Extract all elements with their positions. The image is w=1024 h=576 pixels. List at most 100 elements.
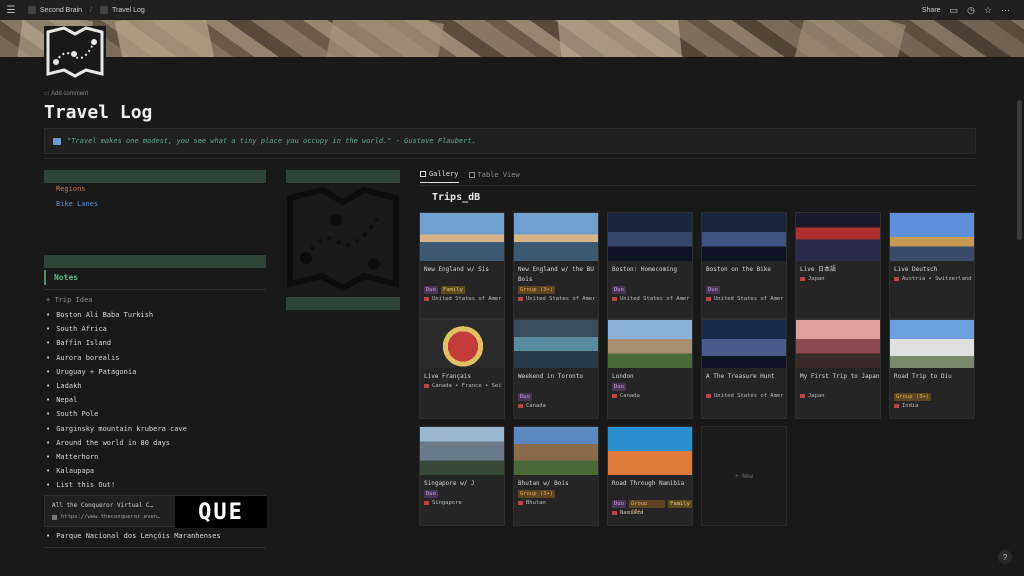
list-item[interactable]: Kalaupapa — [46, 466, 187, 480]
star-icon[interactable]: ☆ — [984, 5, 992, 16]
table-icon — [468, 171, 475, 178]
list-item[interactable]: Ladakh — [46, 381, 187, 395]
card-cover-image — [420, 320, 504, 368]
list-item[interactable]: Nepal — [46, 395, 187, 409]
gallery-card[interactable]: Road Trip to Diu Group (3+) India — [889, 319, 975, 419]
gallery-card[interactable]: Singapore w/ J Duo Singapore — [419, 426, 505, 526]
scrollbar[interactable] — [1017, 100, 1022, 240]
list-item[interactable]: Garginsky mountain krubera cave — [46, 424, 187, 438]
section-header-bar — [286, 170, 400, 183]
card-location-text: Austria • Switzerland — [902, 276, 972, 282]
page-icon-small — [28, 6, 36, 14]
card-cover-image — [702, 213, 786, 261]
gallery-card[interactable]: Bhutan w/ Bois Group (3+) Bhutan — [513, 426, 599, 526]
flag-icon — [518, 404, 523, 408]
more-icon[interactable]: ⋯ — [1001, 5, 1010, 16]
bookmark-url: https://www.theconqueror.even… — [52, 514, 160, 520]
bookmark-title: All the Conqueror Virtual C… — [52, 502, 154, 509]
card-location: Canada — [518, 403, 546, 409]
card-location: Japan — [800, 393, 825, 399]
list-item[interactable]: Boston Ali Baba Turkish — [46, 310, 187, 324]
clock-icon[interactable]: ◷ — [967, 5, 975, 16]
gallery-card[interactable]: Live Deutsch Austria • Switzerland — [889, 212, 975, 319]
map-icon — [287, 186, 399, 292]
bookmark-card[interactable]: All the Conqueror Virtual C… https://www… — [44, 495, 267, 528]
tag-badge: Duo — [612, 500, 626, 508]
list-item[interactable]: Aurora borealis — [46, 353, 187, 367]
card-location-text: Canada — [620, 393, 640, 399]
comment-icon[interactable]: ▭ — [950, 5, 959, 16]
list-item[interactable]: Around the world in 80 days — [46, 438, 187, 452]
notes-heading: Notes — [44, 270, 266, 285]
gallery-card[interactable]: London Duo Canada — [607, 319, 693, 419]
database-title[interactable]: Trips_dB — [432, 192, 480, 203]
tag-badge: Duo — [518, 393, 532, 401]
gallery-card[interactable]: A The Treasure Hunt United States of Amer — [701, 319, 787, 419]
top-bar: ☰ Second Brain / Travel Log Share ▭ ◷ ☆ … — [0, 0, 1024, 20]
card-location-text: United States of Amer — [432, 296, 502, 302]
list-item[interactable]: Matterhorn — [46, 452, 187, 466]
card-cover-image — [420, 427, 504, 475]
card-tags: Group (3+) — [894, 393, 932, 401]
divider — [44, 289, 266, 290]
card-cover-image — [608, 213, 692, 261]
new-card-button[interactable]: + New — [701, 426, 787, 526]
card-title: Singapore w/ J — [424, 480, 475, 487]
card-title: Boston on the Bike — [706, 266, 772, 273]
card-title: London — [612, 373, 634, 380]
add-comment-button[interactable]: ▭ Add comment — [44, 90, 88, 97]
tag-badge: Duo — [612, 383, 626, 391]
card-location: Canada • France • Sei — [424, 383, 502, 389]
gallery-card[interactable]: My First Trip to Japan Japan — [795, 319, 881, 419]
list-item[interactable]: South Africa — [46, 324, 187, 338]
list-item[interactable]: South Pole — [46, 409, 187, 423]
callout-icon — [53, 137, 61, 145]
gallery-card[interactable]: New England w/ Sis Duo Family United States… — [419, 212, 505, 319]
gallery-card[interactable]: Road Through Namibia Duo Group (3+) Family N… — [607, 426, 693, 526]
list-item[interactable]: Parque Nacional dos Lençóis Maranhenses — [46, 532, 220, 540]
list-item[interactable]: Uruguay + Patagonia — [46, 367, 187, 381]
card-location: Japan — [800, 276, 825, 282]
breadcrumb-item-second-brain[interactable]: Second Brain — [40, 7, 82, 14]
card-cover-image — [514, 320, 598, 368]
breadcrumb-item-travel-log[interactable]: Travel Log — [112, 7, 145, 14]
card-tags: Duo — [612, 286, 626, 294]
list-item[interactable]: Baffin Island — [46, 338, 187, 352]
cover-image — [0, 20, 1024, 57]
section-header-bar — [44, 170, 266, 183]
tab-table-view[interactable]: Table View — [468, 170, 520, 183]
card-tags: Duo — [706, 286, 720, 294]
link-bike-lanes[interactable]: Bike Lanes — [56, 200, 98, 208]
page-icon-small — [99, 6, 108, 14]
flag-icon — [894, 404, 899, 408]
tag-badge: Duo — [424, 490, 438, 498]
share-button[interactable]: Share — [922, 7, 941, 14]
flag-icon — [518, 501, 523, 505]
gallery-card[interactable]: Boston: Homecoming Duo United States of Am… — [607, 212, 693, 319]
divider — [420, 185, 976, 186]
gallery-card[interactable]: Weekend in Toronto Duo Canada — [513, 319, 599, 419]
card-location-text: Namibia — [620, 510, 644, 516]
gallery-card[interactable]: Boston on the Bike Duo United States of Am… — [701, 212, 787, 319]
link-icon — [52, 514, 57, 520]
help-button[interactable]: ? — [998, 550, 1012, 564]
trip-idea-label[interactable]: + Trip Idea — [46, 296, 92, 304]
gallery-card[interactable]: Live 日本語 Japan — [795, 212, 881, 319]
gallery-card[interactable]: Live Français Canada • France • Sei — [419, 319, 505, 419]
map-icon[interactable] — [44, 26, 106, 78]
card-title: New England w/ the BU Bois — [518, 266, 594, 283]
gallery-card[interactable]: New England w/ the BU Bois Group (3+) Unit… — [513, 212, 599, 319]
list-item[interactable]: List this Out! — [46, 480, 187, 494]
section-header-bar — [44, 255, 266, 268]
link-regions[interactable]: Regions — [56, 185, 86, 193]
quote-callout: "Travel makes one modest, you see what a… — [44, 128, 976, 154]
card-cover-image — [420, 213, 504, 261]
card-location: Austria • Switzerland — [894, 276, 972, 282]
card-location-text: Canada — [526, 403, 546, 409]
card-title: Road Trip to Diu — [894, 373, 952, 380]
breadcrumb-separator: / — [90, 6, 92, 14]
menu-icon[interactable]: ☰ — [0, 5, 22, 16]
card-tags: Duo Family — [424, 286, 465, 294]
card-cover-image — [608, 320, 692, 368]
tab-gallery[interactable]: Gallery — [420, 170, 459, 183]
